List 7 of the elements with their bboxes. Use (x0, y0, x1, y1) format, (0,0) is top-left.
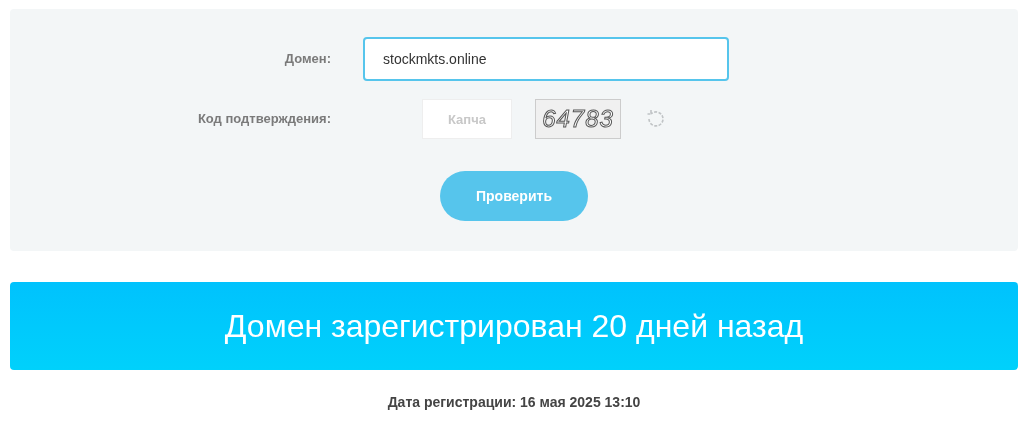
field-label: Код подтверждения: (196, 110, 331, 129)
captcha-code: 64783 (535, 99, 621, 139)
field-label: Домен: (283, 50, 331, 69)
status-banner: Домен зарегистрирован 20 дней назад (10, 282, 1018, 370)
refresh-icon[interactable] (645, 108, 667, 130)
domain-field[interactable]: stockmkts.online (363, 37, 729, 81)
registration-date: Дата регистрации: 16 мая 2025 13:10 (387, 393, 641, 412)
